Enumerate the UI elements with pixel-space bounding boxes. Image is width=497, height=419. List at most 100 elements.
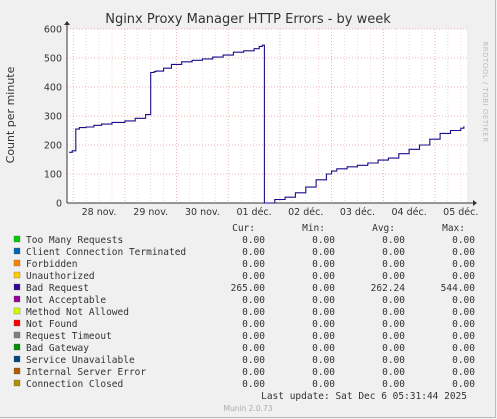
legend-value: 0.00 [452, 379, 475, 390]
x-tick-label: 01 déc. [236, 207, 271, 218]
legend-value: 0.00 [452, 271, 475, 282]
legend-value: 0.00 [452, 343, 475, 354]
legend-value: 0.00 [452, 295, 475, 306]
legend-value: 0.00 [242, 271, 265, 282]
y-axis-label: Count per minute [4, 66, 17, 163]
legend-value: 0.00 [452, 319, 475, 330]
legend-value: 0.00 [312, 319, 335, 330]
legend-label: Forbidden [26, 259, 77, 270]
legend-value: 0.00 [452, 235, 475, 246]
x-tick-label: 03 déc. [340, 207, 375, 218]
legend-header: Cur: [232, 223, 255, 234]
legend-swatch [13, 271, 21, 279]
legend-swatch [13, 235, 21, 243]
legend-value: 0.00 [242, 235, 265, 246]
legend-value: 0.00 [312, 259, 335, 270]
legend-swatch [13, 331, 21, 339]
legend-header: Max: [442, 223, 465, 234]
x-axis-arrow [473, 200, 477, 206]
rrdtool-credit: RRDTOOL / TOBI OETIKER [481, 41, 489, 142]
legend-value: 0.00 [382, 235, 405, 246]
y-tick-label: 400 [44, 83, 62, 94]
x-tick-label: 30 nov. [185, 207, 220, 218]
legend-value: 0.00 [312, 307, 335, 318]
y-tick-label: 0 [56, 199, 62, 210]
y-tick-label: 500 [44, 54, 62, 65]
legend-value: 0.00 [452, 331, 475, 342]
legend-value: 0.00 [242, 367, 265, 378]
legend-value: 0.00 [382, 355, 405, 366]
legend-swatch [13, 319, 21, 327]
legend-label: Method Not Allowed [26, 307, 129, 318]
legend-value: 0.00 [242, 379, 265, 390]
legend-value: 0.00 [382, 319, 405, 330]
legend-value: 0.00 [242, 259, 265, 270]
legend: Cur: Min: Avg: Max:Too Many Requests 0.00 0.0… [13, 223, 476, 390]
legend-value: 0.00 [242, 295, 265, 306]
y-tick-label: 600 [44, 25, 62, 36]
legend-swatch [13, 367, 21, 375]
legend-value: 0.00 [382, 331, 405, 342]
legend-value: 0.00 [312, 379, 335, 390]
legend-label: Request Timeout [26, 331, 112, 342]
legend-value: 0.00 [382, 259, 405, 270]
legend-header: Min: [302, 223, 325, 234]
legend-value: 0.00 [312, 355, 335, 366]
y-tick-label: 300 [44, 112, 62, 123]
munin-version: Munin 2.0.73 [223, 404, 272, 413]
legend-value: 0.00 [382, 247, 405, 258]
legend-swatch [13, 343, 21, 351]
legend-swatch [13, 379, 21, 387]
munin-graph: Nginx Proxy Manager HTTP Errors - by wee… [0, 0, 497, 419]
legend-swatch [13, 295, 21, 303]
legend-value: 0.00 [242, 343, 265, 354]
legend-swatch [13, 259, 21, 267]
x-tick-label: 04 déc. [392, 207, 427, 218]
legend-label: Not Found [26, 319, 77, 330]
legend-label: Service Unavailable [26, 355, 135, 366]
grid [67, 28, 467, 203]
legend-value: 265.00 [231, 283, 266, 294]
legend-label: Bad Request [26, 283, 89, 294]
legend-value: 0.00 [312, 295, 335, 306]
legend-value: 0.00 [382, 379, 405, 390]
legend-value: 0.00 [312, 283, 335, 294]
legend-swatch [13, 247, 21, 255]
x-tick-label: 02 déc. [288, 207, 323, 218]
legend-header: Avg: [372, 223, 395, 234]
legend-label: Internal Server Error [26, 367, 146, 378]
legend-label: Bad Gateway [26, 343, 89, 354]
legend-value: 0.00 [452, 355, 475, 366]
legend-value: 0.00 [312, 331, 335, 342]
legend-value: 0.00 [382, 295, 405, 306]
legend-label: Connection Closed [26, 379, 123, 390]
legend-swatch [13, 355, 21, 363]
legend-value: 0.00 [312, 343, 335, 354]
legend-value: 0.00 [312, 271, 335, 282]
legend-value: 0.00 [452, 307, 475, 318]
legend-label: Not Acceptable [26, 295, 106, 306]
last-update: Last update: Sat Dec 6 05:31:44 2025 [261, 391, 467, 402]
legend-value: 0.00 [382, 343, 405, 354]
legend-value: 262.24 [371, 283, 406, 294]
legend-value: 0.00 [452, 367, 475, 378]
legend-swatch [13, 283, 21, 291]
legend-value: 0.00 [382, 367, 405, 378]
legend-value: 0.00 [452, 259, 475, 270]
y-tick-label: 100 [44, 170, 62, 181]
x-tick-label: 29 nov. [133, 207, 168, 218]
legend-label: Client Connection Terminated [26, 247, 186, 258]
legend-value: 0.00 [242, 319, 265, 330]
x-tick-label: 28 nov. [82, 207, 117, 218]
y-tick-label: 200 [44, 141, 62, 152]
chart-svg: Nginx Proxy Manager HTTP Errors - by wee… [4, 12, 489, 413]
legend-value: 0.00 [242, 331, 265, 342]
y-axis-arrow [64, 21, 70, 25]
legend-value: 544.00 [441, 283, 476, 294]
legend-value: 0.00 [242, 355, 265, 366]
legend-value: 0.00 [242, 247, 265, 258]
legend-label: Too Many Requests [26, 235, 123, 246]
legend-value: 0.00 [312, 235, 335, 246]
legend-value: 0.00 [312, 367, 335, 378]
legend-value: 0.00 [312, 247, 335, 258]
